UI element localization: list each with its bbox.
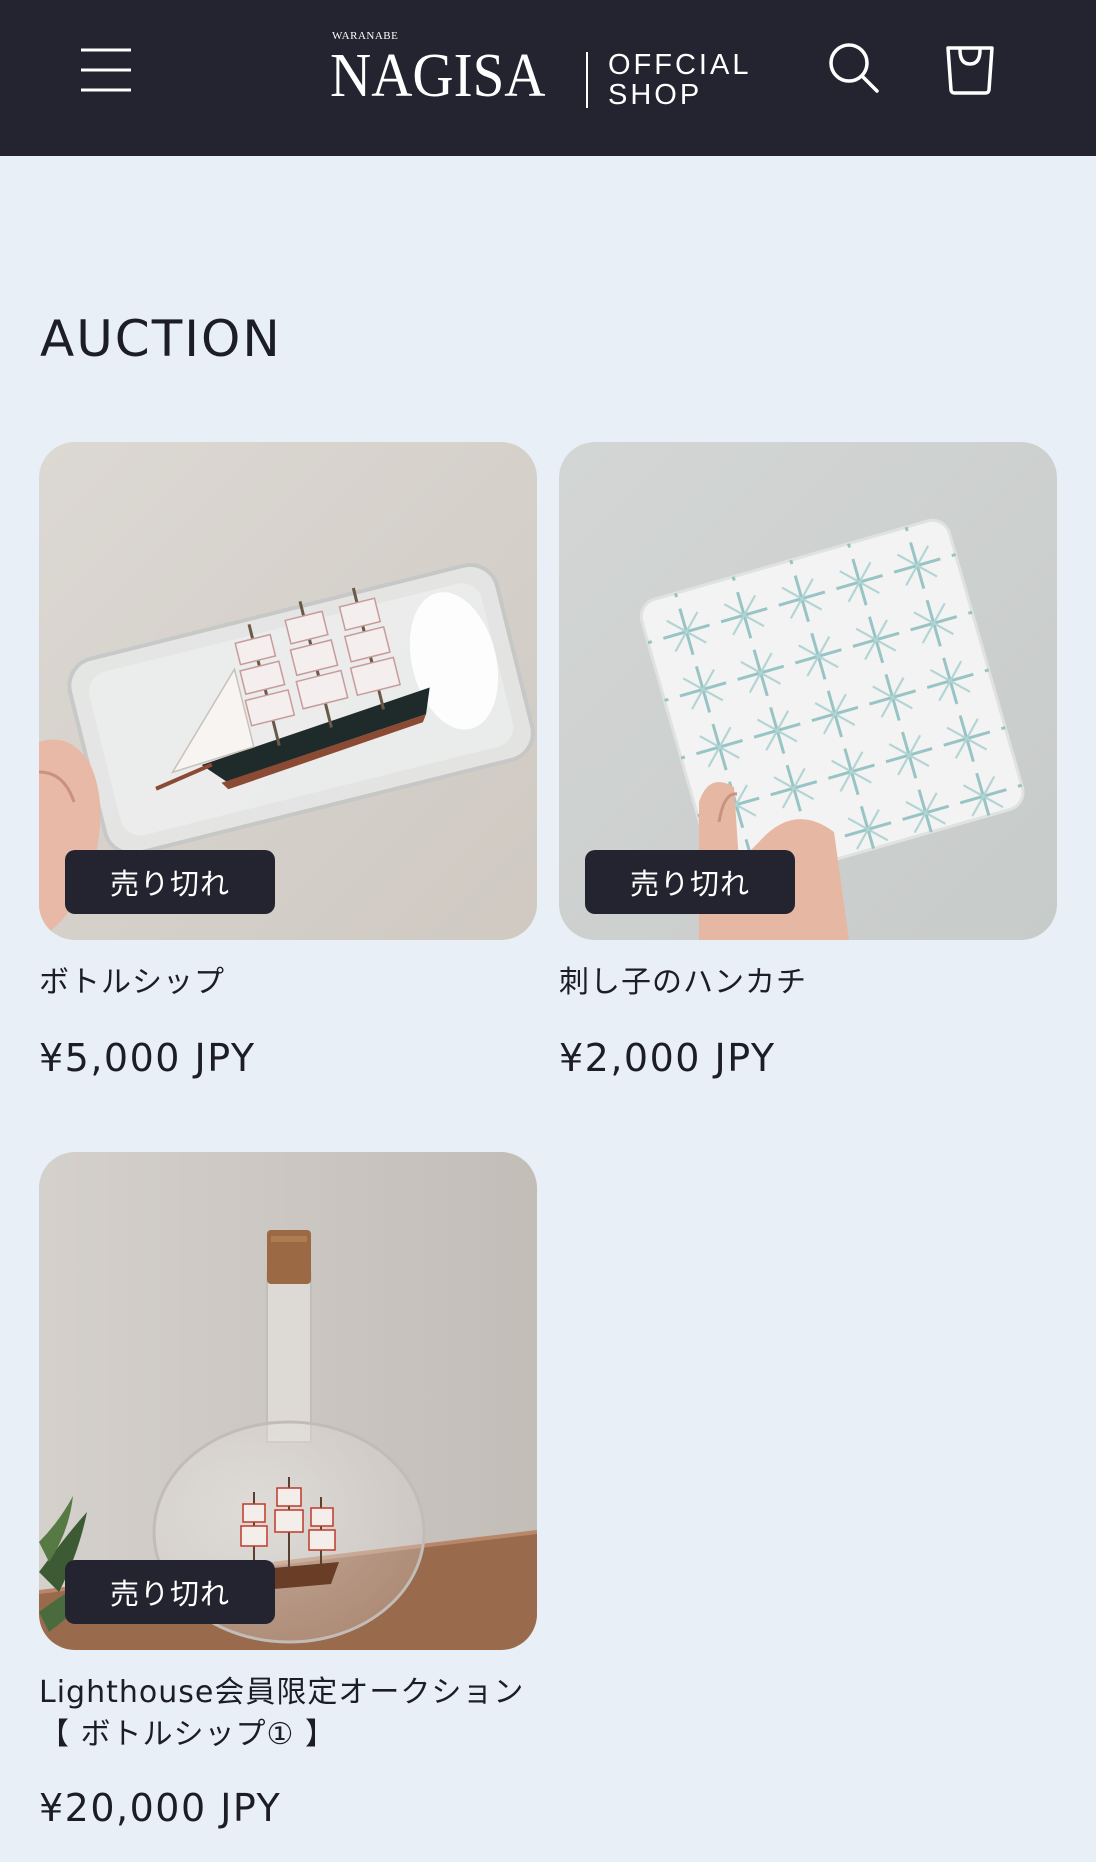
site-header: WARANABE NAGISA OFFCIAL SHOP	[0, 0, 1096, 156]
menu-button[interactable]	[70, 38, 142, 102]
cart-button[interactable]	[934, 34, 1006, 106]
shop-logo[interactable]: WARANABE NAGISA OFFCIAL SHOP	[330, 30, 770, 118]
product-title[interactable]: 刺し子のハンカチ	[559, 962, 1057, 1004]
sold-out-badge: 売り切れ	[65, 850, 275, 914]
logo-sub-line2: SHOP	[608, 79, 703, 111]
sold-out-badge: 売り切れ	[65, 1560, 275, 1624]
search-button[interactable]	[818, 34, 890, 106]
search-icon	[826, 40, 882, 100]
product-title[interactable]: Lighthouse会員限定オークション【 ボトルシップ① 】	[39, 1672, 537, 1756]
product-title[interactable]: ボトルシップ	[39, 962, 537, 1004]
cart-icon	[942, 40, 998, 100]
logo-main-text: NAGISA	[330, 42, 546, 110]
product-price: ¥2,000 JPY	[559, 1036, 776, 1080]
collection-title: AUCTION	[40, 310, 282, 368]
logo-divider	[586, 52, 588, 108]
product-price: ¥20,000 JPY	[39, 1786, 282, 1830]
logo-small-text: WARANABE	[332, 30, 399, 42]
sold-out-badge: 売り切れ	[585, 850, 795, 914]
menu-icon	[79, 46, 133, 94]
logo-sub-line1: OFFCIAL	[608, 49, 752, 81]
product-price: ¥5,000 JPY	[39, 1036, 256, 1080]
logo-sub-text: OFFCIAL SHOP	[608, 50, 751, 110]
